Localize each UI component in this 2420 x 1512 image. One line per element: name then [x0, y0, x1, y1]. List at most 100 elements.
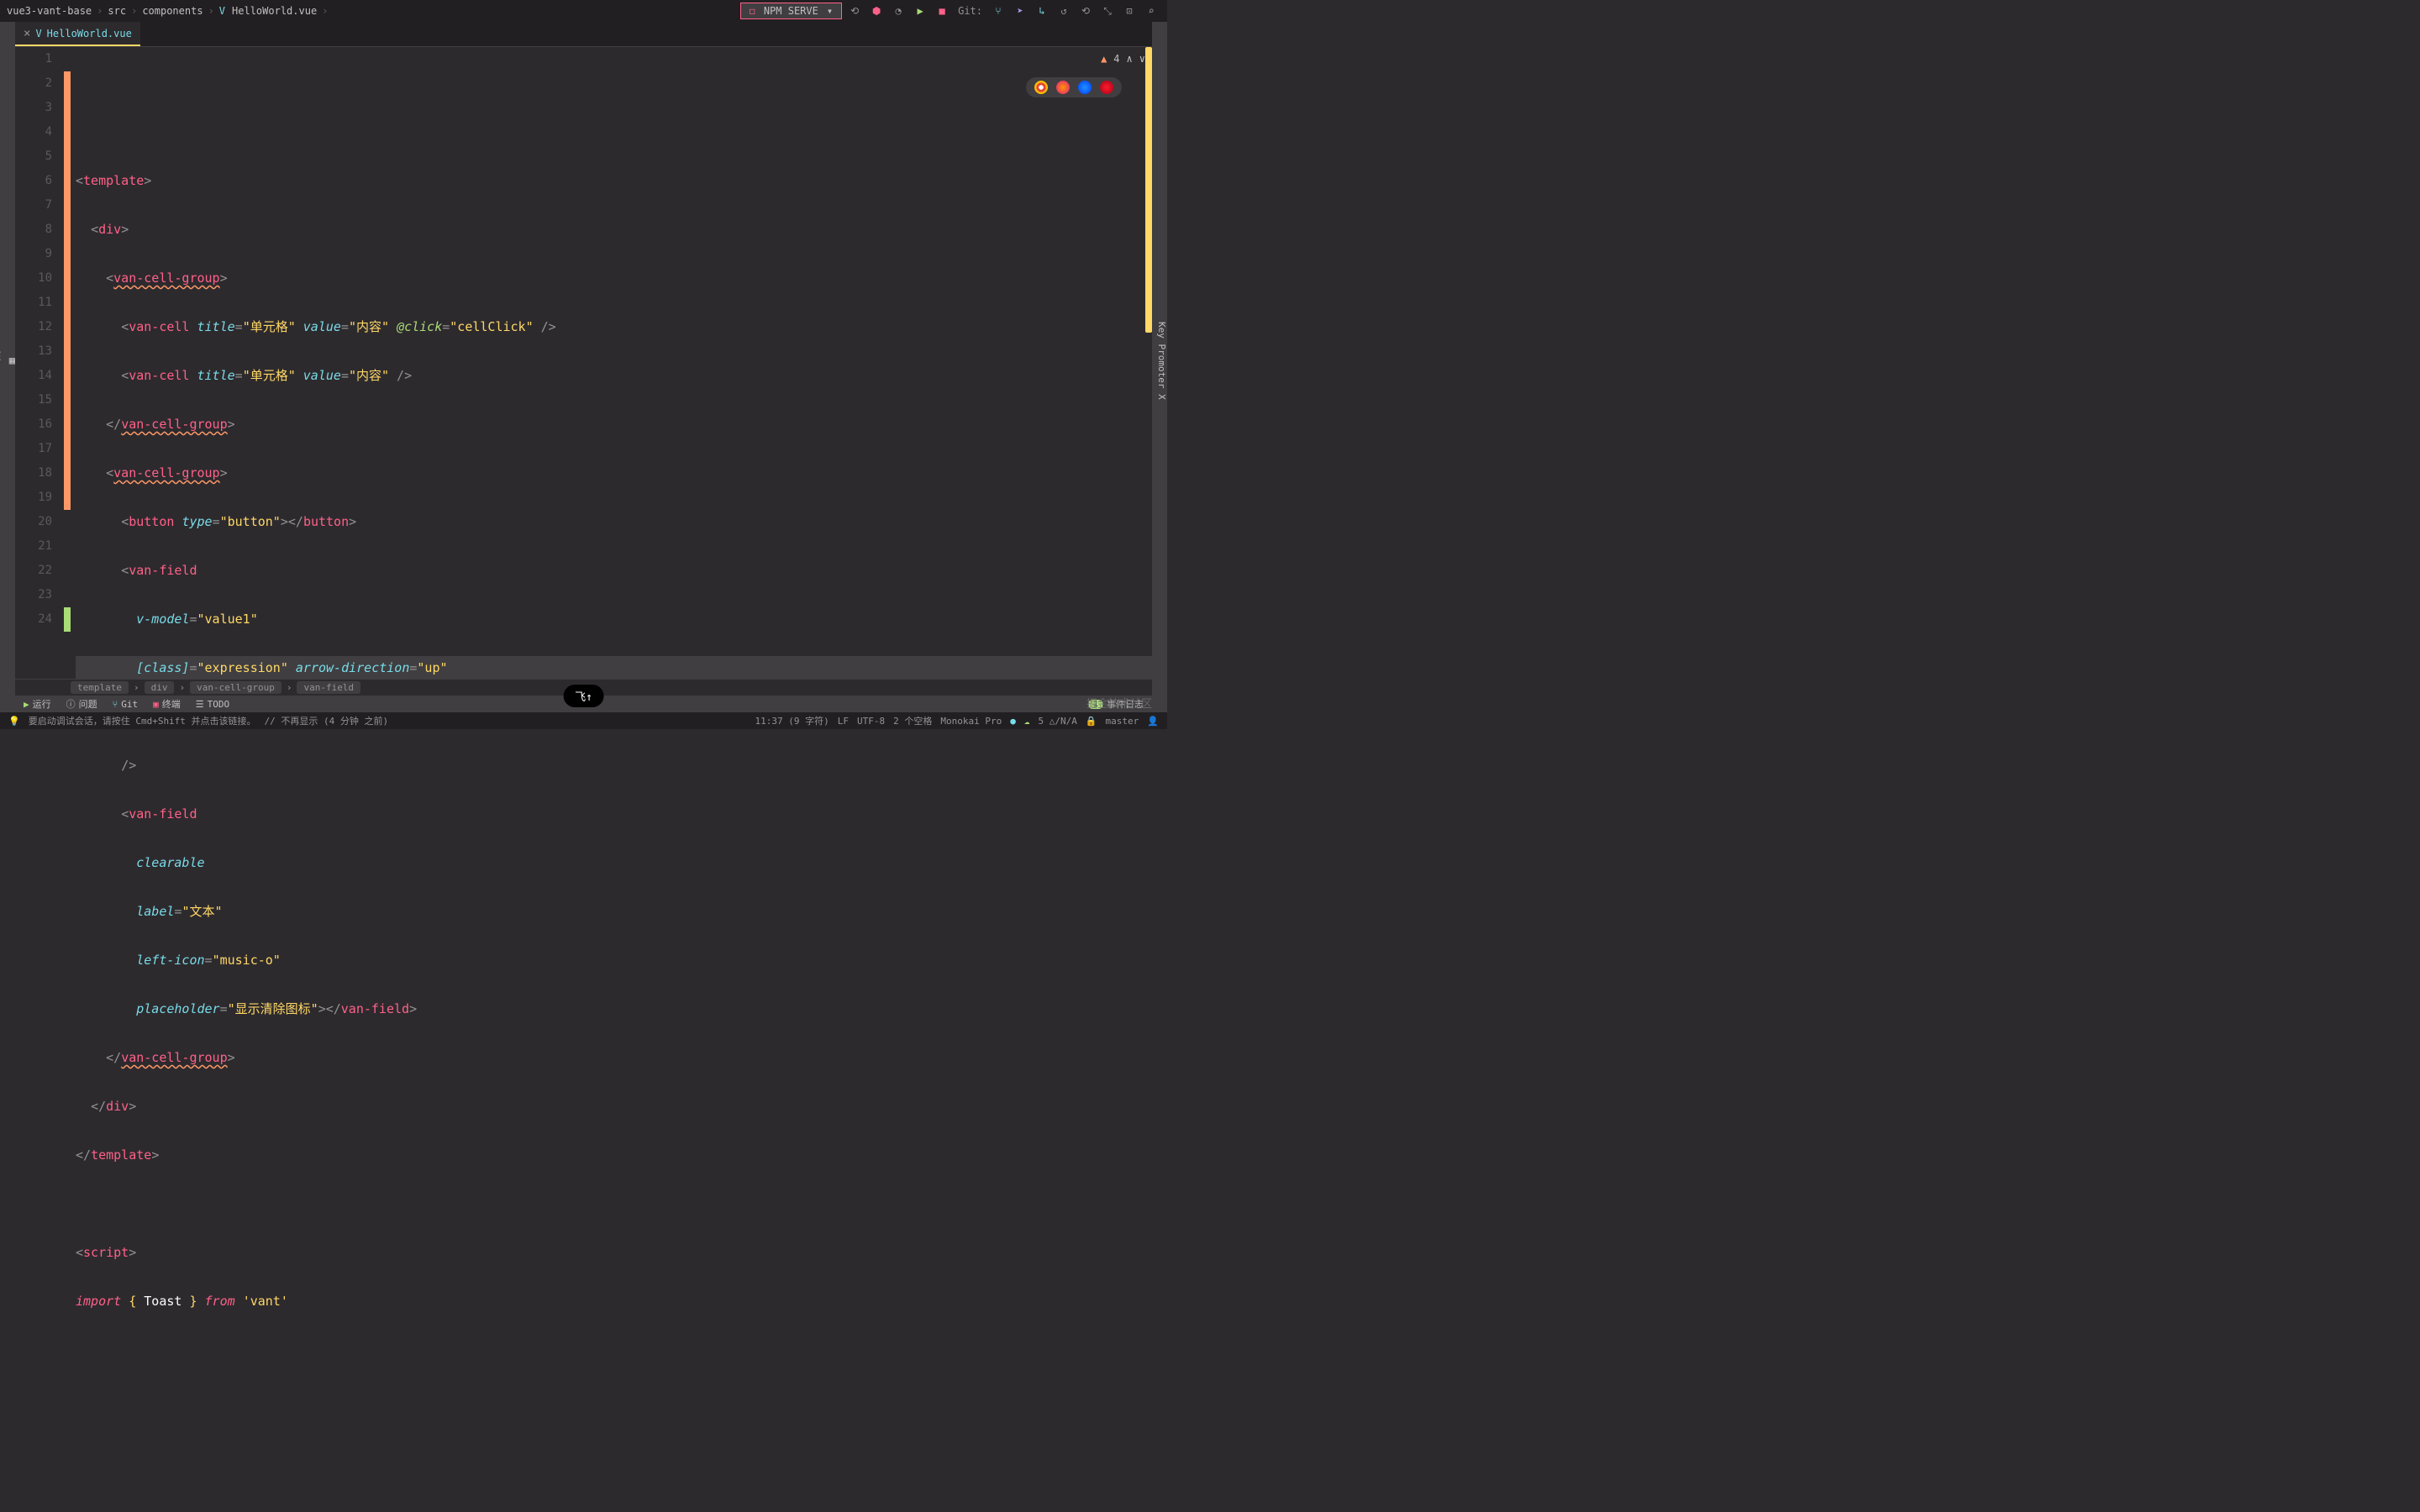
- line-no: 3: [15, 96, 52, 120]
- bc-vanfield[interactable]: van-field: [297, 681, 360, 694]
- bc-project[interactable]: vue3-vant-base: [7, 5, 92, 17]
- encoding[interactable]: UTF-8: [857, 716, 885, 727]
- cursor-position[interactable]: 11:37 (9 字符): [755, 714, 829, 727]
- code-line-current: [class]="expression" arrow-direction="up…: [76, 656, 1152, 680]
- status-hint: 要启动调试会话，请按住 Cmd+Shift 并点击该链接。: [29, 714, 256, 727]
- status-dismiss[interactable]: // 不再显示 (4 分钟 之前): [265, 714, 389, 727]
- line-no: 24: [15, 607, 52, 632]
- tool-git[interactable]: ⑂Git: [113, 699, 138, 710]
- code-line: </div>: [76, 1095, 1152, 1119]
- code-line: </van-cell-group>: [76, 412, 1152, 437]
- indent[interactable]: 2 个空格: [893, 714, 932, 727]
- git-label: Git:: [958, 5, 982, 17]
- git-branch-icon[interactable]: ⑂: [989, 2, 1007, 20]
- scrollbar[interactable]: [1145, 47, 1152, 333]
- bc-template[interactable]: template: [71, 681, 129, 694]
- line-no: 11: [15, 291, 52, 315]
- run-config-selector[interactable]: ◻ NPM SERVE ▾: [740, 3, 843, 19]
- bc-vancellgroup[interactable]: van-cell-group: [190, 681, 281, 694]
- tool-todo[interactable]: ☰TODO: [196, 699, 229, 710]
- play-icon[interactable]: ▶: [911, 2, 929, 20]
- line-no: 22: [15, 559, 52, 583]
- git-branch[interactable]: master: [1106, 716, 1139, 727]
- tool-problems[interactable]: ⓘ问题: [66, 697, 97, 711]
- project-icon[interactable]: ▦: [9, 354, 15, 366]
- npm-icon: ◻: [750, 5, 755, 17]
- tab-label: HelloWorld.vue: [47, 28, 132, 39]
- line-no: 14: [15, 364, 52, 388]
- bulb-icon[interactable]: 💡: [8, 716, 20, 727]
- lock-icon[interactable]: 🔒: [1086, 716, 1097, 727]
- terminal-icon: ▣: [153, 699, 159, 710]
- find-icon[interactable]: ⊡: [1120, 2, 1139, 20]
- code-line: <button type="button"></button>: [76, 510, 1152, 534]
- code-line: <div>: [76, 218, 1152, 242]
- editor[interactable]: 1 2 3 4 5 6 7 8 9 10 11 12 13 14 15 16 1…: [15, 47, 1152, 679]
- inspection-badges[interactable]: ▲ 4 ∧ ∨: [1101, 47, 1145, 71]
- history-icon[interactable]: ↺: [1055, 2, 1073, 20]
- firefox-icon[interactable]: [1056, 81, 1070, 94]
- theme[interactable]: Monokai Pro: [940, 716, 1002, 727]
- line-no: 4: [15, 120, 52, 144]
- bc-div[interactable]: div: [145, 681, 175, 694]
- safari-icon[interactable]: [1078, 81, 1092, 94]
- opera-icon[interactable]: [1100, 81, 1113, 94]
- code-area[interactable]: ▲ 4 ∧ ∨ <template> <div> <van-cell-group…: [72, 47, 1152, 679]
- line-no: 20: [15, 510, 52, 534]
- line-no: 9: [15, 242, 52, 266]
- line-sep[interactable]: LF: [838, 716, 849, 727]
- stop-icon[interactable]: ■: [933, 2, 951, 20]
- tool-terminal[interactable]: ▣终端: [153, 697, 181, 711]
- revert-icon[interactable]: ⟲: [1076, 2, 1095, 20]
- reload-icon[interactable]: ⟲: [845, 2, 864, 20]
- chrome-icon[interactable]: [1034, 81, 1048, 94]
- code-line: </template>: [76, 1143, 1152, 1168]
- search-icon[interactable]: ⌕: [1142, 2, 1160, 20]
- down-icon[interactable]: ∨: [1139, 47, 1145, 71]
- browser-launcher[interactable]: [1026, 77, 1122, 97]
- tool-run[interactable]: ▶运行: [24, 697, 51, 711]
- left-tool-rail: ▦ 项目 ⬙ 结构 ★ 收藏夹 ◻ npm: [0, 22, 15, 696]
- git-push-icon[interactable]: ➤: [1011, 2, 1029, 20]
- diff-stats[interactable]: 5 △/N/A: [1038, 716, 1076, 727]
- code-line: <van-cell-group>: [76, 461, 1152, 486]
- tool-project[interactable]: 项目: [0, 348, 3, 373]
- avatar-icon[interactable]: 👤: [1147, 716, 1159, 727]
- line-no: 2: [15, 71, 52, 96]
- line-no: 16: [15, 412, 52, 437]
- code-line: <van-cell title="单元格" value="内容" />: [76, 364, 1152, 388]
- bug-icon[interactable]: ⬢: [867, 2, 886, 20]
- git-icon: ⑂: [113, 699, 118, 710]
- coverage-icon[interactable]: ◔: [889, 2, 908, 20]
- warning-count: 4: [1113, 47, 1119, 71]
- tool-keypromoter[interactable]: Key Promoter X: [1156, 318, 1167, 403]
- code-line: <van-cell-group>: [76, 266, 1152, 291]
- bc-file[interactable]: HelloWorld.vue: [232, 5, 317, 17]
- line-no: 6: [15, 169, 52, 193]
- bc-src[interactable]: src: [108, 5, 126, 17]
- float-indicator[interactable]: 飞↑: [563, 685, 604, 707]
- line-no: 23: [15, 583, 52, 607]
- code-line: v-model="value1": [76, 607, 1152, 632]
- bc-components[interactable]: components: [142, 5, 203, 17]
- line-no: 17: [15, 437, 52, 461]
- code-line: />: [76, 753, 1152, 778]
- chevron-right-icon: ›: [179, 682, 185, 693]
- up-icon[interactable]: ∧: [1127, 47, 1133, 71]
- tab-bar: × V HelloWorld.vue: [0, 22, 1167, 47]
- info-icon: ⓘ: [66, 697, 76, 711]
- git-pull-icon[interactable]: ↳: [1033, 2, 1051, 20]
- close-icon[interactable]: ×: [24, 27, 30, 40]
- line-no: 21: [15, 534, 52, 559]
- sync-icon[interactable]: ⤡: [1098, 2, 1117, 20]
- chevron-right-icon: ›: [134, 682, 139, 693]
- code-line: [76, 1192, 1152, 1216]
- play-icon: ▶: [24, 699, 29, 710]
- nav-right: ◻ NPM SERVE ▾ ⟲ ⬢ ◔ ▶ ■ Git: ⑂ ➤ ↳ ↺ ⟲ ⤡…: [740, 2, 1160, 20]
- line-no: 18: [15, 461, 52, 486]
- vue-file-icon: V: [219, 5, 225, 17]
- vue-file-icon: V: [35, 28, 41, 39]
- tab-helloworld[interactable]: × V HelloWorld.vue: [15, 22, 140, 46]
- line-no: 10: [15, 266, 52, 291]
- code-line: clearable: [76, 851, 1152, 875]
